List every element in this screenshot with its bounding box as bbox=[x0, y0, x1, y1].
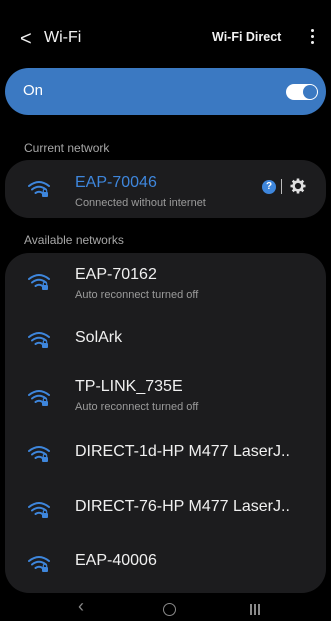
gear-icon[interactable] bbox=[290, 178, 306, 194]
wifi-toggle[interactable] bbox=[286, 84, 318, 100]
toggle-knob bbox=[303, 85, 317, 99]
wifi-lock-icon bbox=[28, 556, 50, 572]
network-item[interactable]: EAP-70162 Auto reconnect turned off bbox=[5, 253, 326, 311]
wifi-lock-icon bbox=[28, 502, 50, 518]
current-network-status: Connected without internet bbox=[75, 197, 206, 209]
network-name: SolArk bbox=[75, 329, 123, 346]
network-name: EAP-40006 bbox=[75, 552, 157, 569]
back-button[interactable]: < bbox=[20, 27, 32, 51]
wifi-lock-icon bbox=[28, 332, 50, 348]
network-item[interactable]: DIRECT-76-HP M477 LaserJ.. bbox=[5, 481, 326, 537]
current-network-heading: Current network bbox=[24, 141, 110, 155]
nav-back-icon[interactable]: ‹ bbox=[78, 596, 84, 617]
available-networks-heading: Available networks bbox=[24, 233, 124, 247]
more-options-icon[interactable] bbox=[304, 26, 320, 48]
network-name: TP-LINK_735E bbox=[75, 378, 183, 395]
help-icon[interactable]: ? bbox=[262, 180, 276, 194]
current-network-card[interactable]: EAP-70046 Connected without internet ? bbox=[5, 160, 326, 218]
network-name: DIRECT-76-HP M477 LaserJ.. bbox=[75, 498, 290, 515]
app-header: < Wi-Fi Wi-Fi Direct bbox=[0, 22, 331, 58]
wifi-lock-icon bbox=[28, 181, 50, 197]
nav-home-icon[interactable] bbox=[163, 603, 176, 616]
network-item[interactable]: EAP-40006 bbox=[5, 537, 326, 593]
network-status: Auto reconnect turned off bbox=[75, 289, 199, 301]
wifi-direct-button[interactable]: Wi-Fi Direct bbox=[212, 30, 281, 44]
wifi-lock-icon bbox=[28, 274, 50, 290]
switch-label: On bbox=[23, 82, 44, 99]
network-status: Auto reconnect turned off bbox=[75, 401, 199, 413]
wifi-lock-icon bbox=[28, 390, 50, 406]
nav-recents-icon[interactable] bbox=[250, 602, 262, 615]
network-item[interactable]: SolArk bbox=[5, 311, 326, 367]
network-name: EAP-70162 bbox=[75, 266, 157, 283]
system-navigation-bar: ‹ bbox=[0, 596, 331, 621]
network-item[interactable]: DIRECT-1d-HP M477 LaserJ.. bbox=[5, 425, 326, 481]
divider bbox=[281, 179, 282, 194]
wifi-lock-icon bbox=[28, 446, 50, 462]
network-name: DIRECT-1d-HP M477 LaserJ.. bbox=[75, 443, 290, 460]
current-network-name: EAP-70046 bbox=[75, 174, 157, 191]
page-title: Wi-Fi bbox=[44, 29, 82, 46]
wifi-master-switch[interactable]: On bbox=[5, 68, 326, 115]
status-bar bbox=[0, 0, 331, 14]
network-item[interactable]: TP-LINK_735E Auto reconnect turned off bbox=[5, 367, 326, 425]
available-networks-list: EAP-70162 Auto reconnect turned off SolA… bbox=[5, 253, 326, 593]
